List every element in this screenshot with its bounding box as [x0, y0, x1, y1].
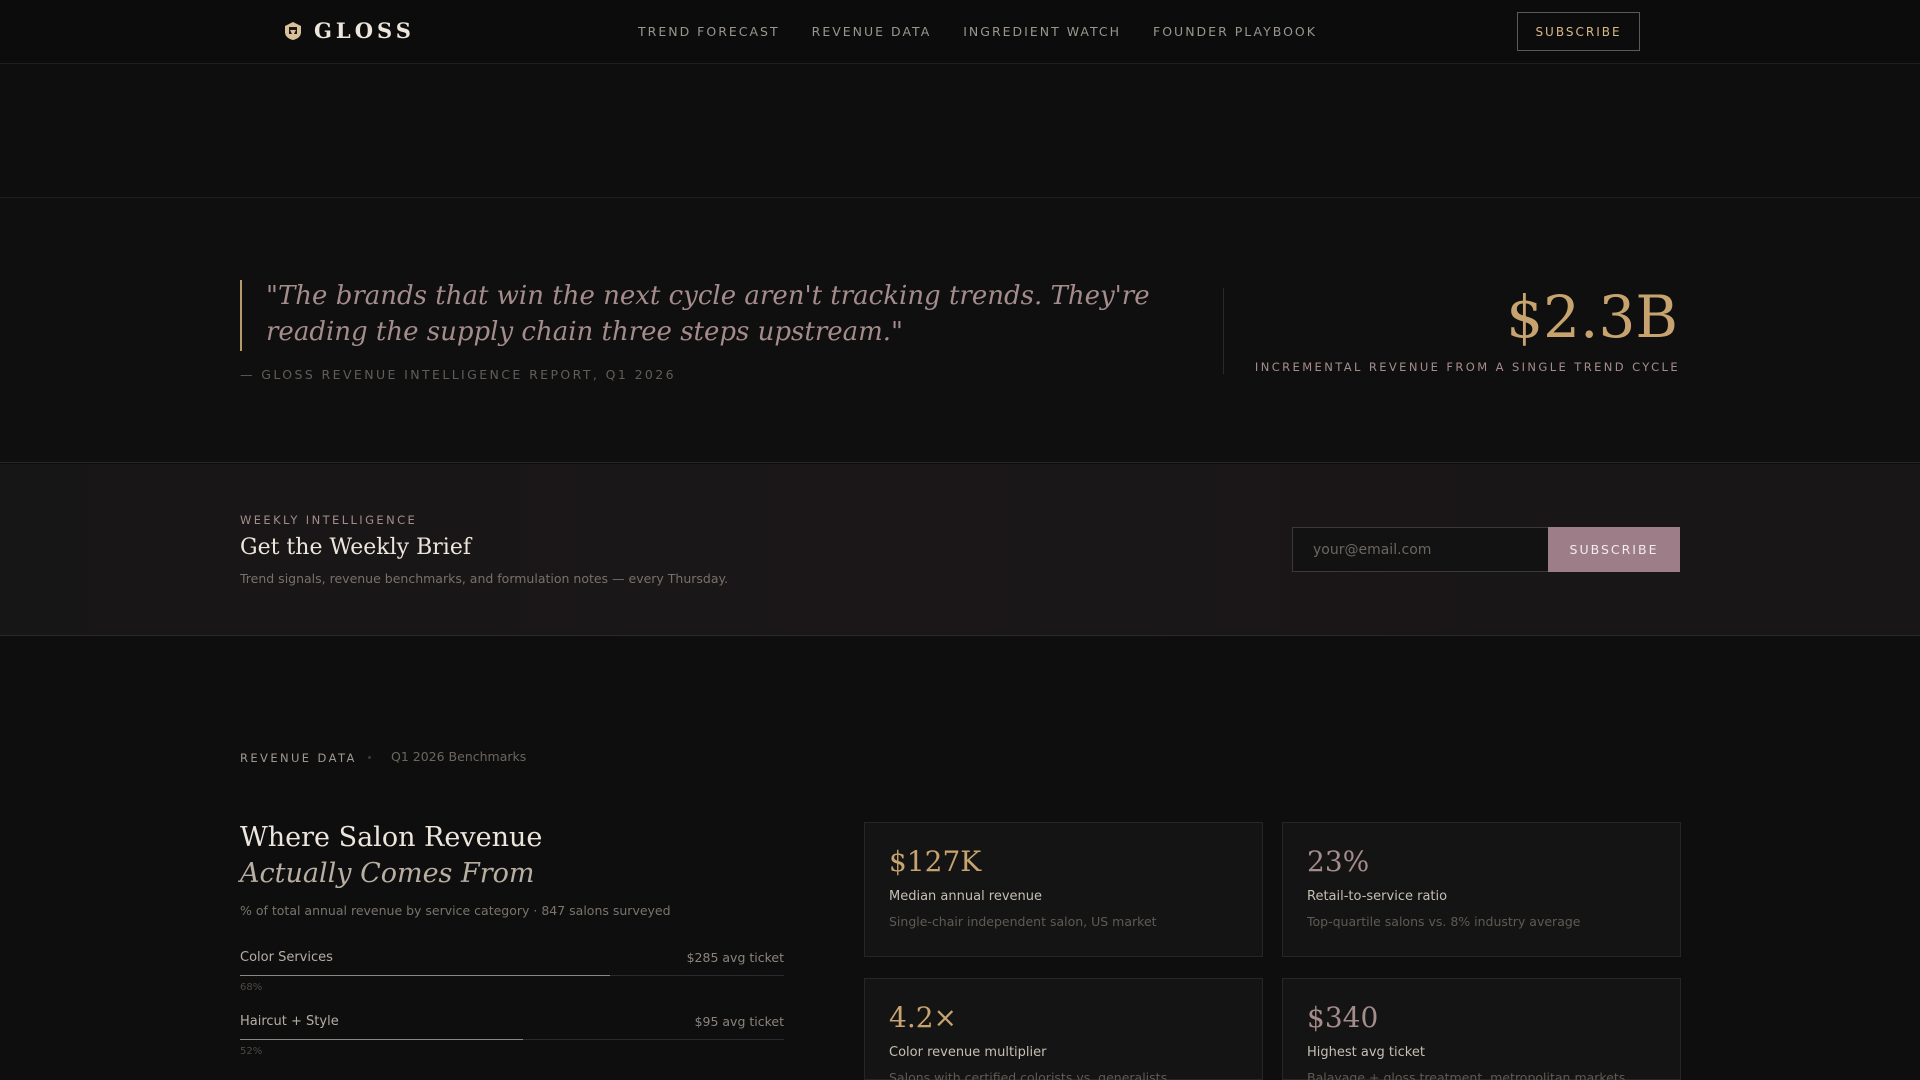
nav-link-revenue-data[interactable]: REVENUE DATA [812, 24, 932, 39]
stat-card-description: Balayage + gloss treatment, metropolitan… [1307, 1070, 1626, 1080]
pull-quote: "The brands that win the next cycle aren… [266, 281, 1150, 347]
bar-fill [240, 975, 610, 976]
bar-category-name: Color Services [240, 950, 333, 965]
logo-icon [285, 21, 301, 40]
headline-stat-label: INCREMENTAL REVENUE FROM A SINGLE TREND … [1254, 360, 1680, 374]
stat-card-description: Salons with certified colorists vs. gene… [889, 1070, 1168, 1080]
revenue-heading: Where Salon Revenue [240, 822, 543, 853]
stat-card-value: $340 [1307, 1001, 1379, 1034]
email-input[interactable] [1292, 527, 1549, 572]
revenue-heading-italic: Actually Comes From [240, 858, 535, 889]
stat-card-title: Highest avg ticket [1307, 1045, 1425, 1060]
stat-card: 23% Retail-to-service ratio Top-quartile… [1282, 822, 1681, 957]
nav-link-trend-forecast[interactable]: TREND FORECAST [638, 24, 780, 39]
quote-accent-bar [240, 280, 242, 351]
newsletter-title: Get the Weekly Brief [240, 535, 471, 560]
nav-subscribe-button[interactable]: SUBSCRIBE [1517, 12, 1640, 51]
stat-card-value: 23% [1307, 845, 1370, 878]
nav-link-ingredient-watch[interactable]: INGREDIENT WATCH [963, 24, 1121, 39]
nav-links: TREND FORECAST REVENUE DATA INGREDIENT W… [638, 24, 1317, 39]
stat-card-title: Color revenue multiplier [889, 1045, 1047, 1060]
revenue-eyebrow: REVENUE DATA [240, 751, 357, 765]
revenue-description: % of total annual revenue by service cat… [240, 903, 671, 918]
newsletter-subscribe-button[interactable]: SUBSCRIBE [1548, 527, 1680, 572]
newsletter-description: Trend signals, revenue benchmarks, and f… [240, 571, 729, 586]
bar-percent: 52% [240, 1046, 263, 1057]
headline-stat-value: $2.3B [1506, 283, 1678, 351]
quote-divider [1223, 288, 1224, 374]
stat-card-value: $127K [889, 845, 982, 878]
bar-fill [240, 1039, 523, 1040]
bar-track [240, 1039, 784, 1040]
bar-avg-ticket: $95 avg ticket [694, 1014, 784, 1029]
stat-card-title: Retail-to-service ratio [1307, 889, 1448, 904]
bar-percent: 68% [240, 982, 263, 993]
bar-avg-ticket: $285 avg ticket [686, 950, 784, 965]
hero-spacer [0, 65, 1920, 198]
stat-card-value: 4.2× [889, 1001, 957, 1034]
stat-card-description: Top-quartile salons vs. 8% industry aver… [1307, 914, 1581, 929]
stat-card: $340 Highest avg ticket Balayage + gloss… [1282, 978, 1681, 1080]
logo[interactable]: GLOSS [284, 18, 415, 43]
newsletter-eyebrow: WEEKLY INTELLIGENCE [240, 513, 418, 527]
revenue-bar-row: Color Services $285 avg ticket 68% [240, 950, 784, 993]
revenue-bar-row: Haircut + Style $95 avg ticket 52% [240, 1014, 784, 1057]
quote-source: — GLOSS REVENUE INTELLIGENCE REPORT, Q1 … [240, 367, 676, 382]
logo-text: GLOSS [314, 18, 415, 43]
nav-link-founder-playbook[interactable]: FOUNDER PLAYBOOK [1153, 24, 1317, 39]
eyebrow-separator [368, 756, 371, 759]
bar-category-name: Haircut + Style [240, 1014, 339, 1029]
revenue-subtitle: Q1 2026 Benchmarks [391, 749, 527, 764]
bar-track [240, 975, 784, 976]
top-nav: GLOSS TREND FORECAST REVENUE DATA INGRED… [0, 0, 1920, 64]
stat-card: 4.2× Color revenue multiplier Salons wit… [864, 978, 1263, 1080]
stat-card: $127K Median annual revenue Single-chair… [864, 822, 1263, 957]
stat-card-title: Median annual revenue [889, 889, 1043, 904]
stat-card-description: Single-chair independent salon, US marke… [889, 914, 1157, 929]
